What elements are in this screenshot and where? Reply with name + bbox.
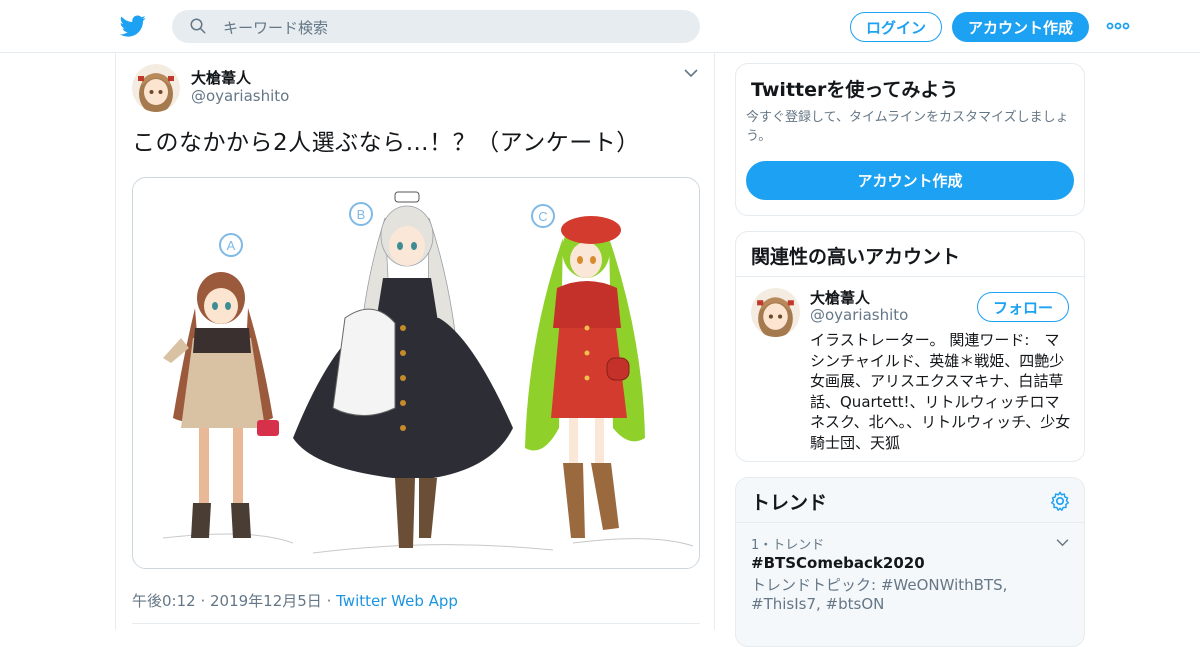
tweet-meta: 午後0:12 · 2019年12月5日 · Twitter Web App xyxy=(132,590,458,611)
author-handle[interactable]: @oyariashito xyxy=(191,87,289,105)
divider xyxy=(132,623,700,624)
search-bar[interactable]: キーワード検索 xyxy=(172,10,700,43)
trend-rank: 1・トレンド xyxy=(751,538,825,553)
login-button[interactable]: ログイン xyxy=(850,12,942,42)
trends-title: トレンド xyxy=(751,492,828,514)
related-accounts-title: 関連性の高いアカウント xyxy=(751,246,961,268)
trend-hashtag[interactable]: #BTSComeback2020 xyxy=(751,554,925,572)
signup-card-title: Twitterを使ってみよう xyxy=(751,79,959,101)
divider xyxy=(736,276,1084,277)
chevron-down-icon[interactable] xyxy=(1056,538,1069,547)
related-account-bio: イラストレーター。 関連ワード: マシンチャイルド、英雄＊戦姫、四艶少女画展、ア… xyxy=(810,331,1071,452)
trends-card: トレンド 1・トレンド #BTSComeback2020 トレンドトピック: #… xyxy=(735,477,1085,647)
twitter-bird-logo-icon[interactable] xyxy=(120,13,146,39)
settings-gear-icon[interactable] xyxy=(1049,490,1071,512)
tweet-detail: 大槍葦人 @oyariashito このなかから2人選ぶなら…！？（アンケート）… xyxy=(115,53,715,630)
divider xyxy=(736,522,1084,523)
related-account-name[interactable]: 大槍葦人 xyxy=(810,287,870,308)
search-icon xyxy=(190,18,206,34)
trend-topic: トレンドトピック: #WeONWithBTS, #ThisIs7, #btsON xyxy=(751,576,1008,613)
tweet-text: このなかから2人選ぶなら…！？（アンケート） xyxy=(132,130,640,156)
related-account-avatar[interactable] xyxy=(751,288,800,337)
meta-separator: · xyxy=(326,592,337,610)
signup-card-button[interactable]: アカウント作成 xyxy=(746,161,1074,200)
author-avatar[interactable] xyxy=(132,64,180,112)
follow-button[interactable]: フォロー xyxy=(977,292,1069,322)
related-accounts-card: 関連性の高いアカウント 大槍葦人 @oyariashito フォロー イラストレ… xyxy=(735,231,1085,462)
svg-text:C: C xyxy=(538,209,547,224)
author-name[interactable]: 大槍葦人 xyxy=(191,67,251,88)
signup-card: Twitterを使ってみよう 今すぐ登録して、タイムラインをカスタマイズしましょ… xyxy=(735,63,1085,216)
signup-card-subtitle: 今すぐ登録して、タイムラインをカスタマイズしましょう。 xyxy=(746,110,1069,144)
related-account-handle[interactable]: @oyariashito xyxy=(810,306,908,324)
more-options-icon[interactable] xyxy=(1106,20,1130,32)
character-illustration: A B C xyxy=(133,178,699,568)
svg-text:A: A xyxy=(227,238,236,253)
tweet-media-image[interactable]: A B C xyxy=(132,177,700,569)
top-navigation-bar: キーワード検索 ログイン アカウント作成 xyxy=(0,0,1200,53)
signup-button[interactable]: アカウント作成 xyxy=(952,12,1089,42)
tweet-timestamp[interactable]: 午後0:12 · 2019年12月5日 xyxy=(132,592,322,610)
chevron-down-icon[interactable] xyxy=(684,68,698,78)
search-placeholder: キーワード検索 xyxy=(223,19,329,37)
tweet-source-link[interactable]: Twitter Web App xyxy=(336,592,458,610)
svg-text:B: B xyxy=(357,207,366,222)
